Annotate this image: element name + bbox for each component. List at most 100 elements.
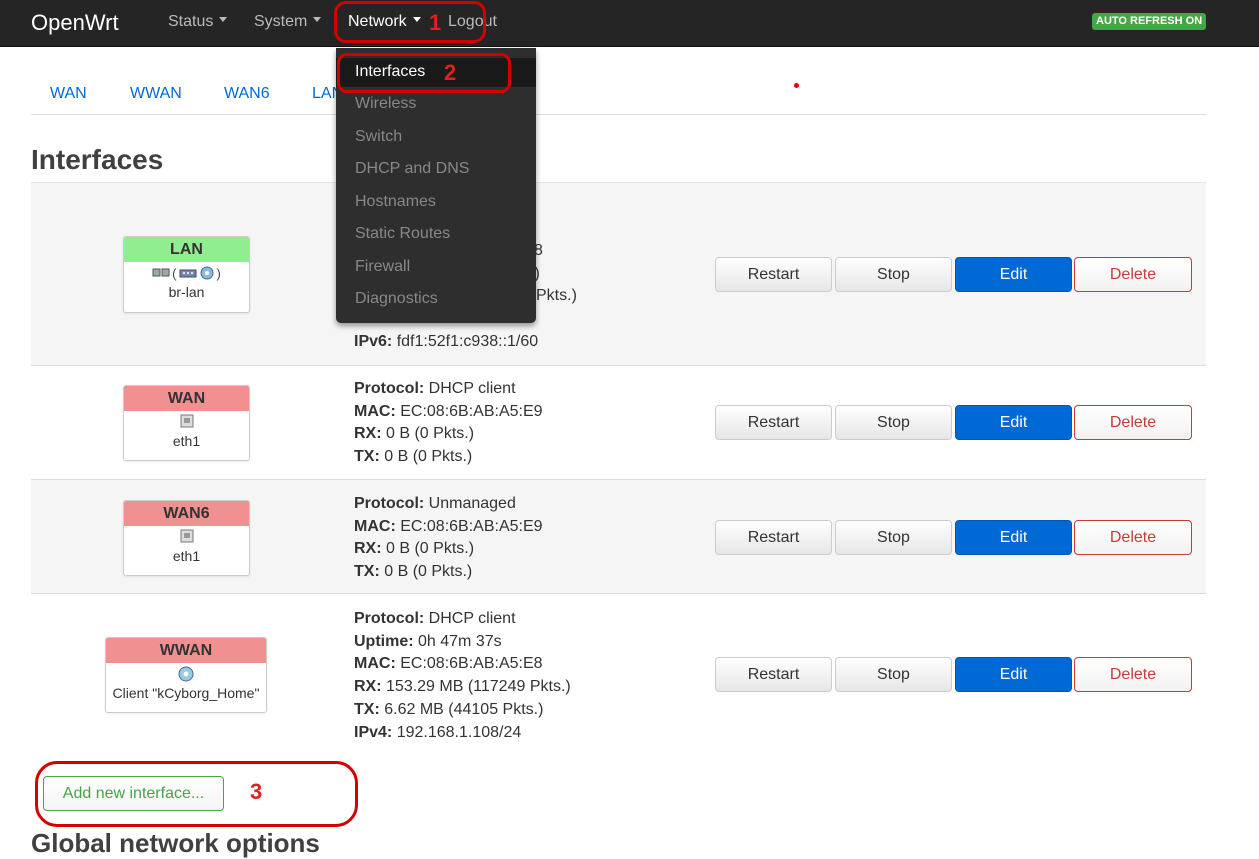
menu-status[interactable]: Status xyxy=(168,13,228,31)
wifi-icon xyxy=(200,266,213,280)
ethernet-port-icon xyxy=(180,529,193,543)
status-line: Protocol: DHCP client xyxy=(354,608,571,631)
edit-button[interactable]: Edit xyxy=(955,257,1072,292)
interface-name: LAN xyxy=(124,237,249,262)
status-label: Protocol: xyxy=(354,380,425,397)
status-line: IPv4: 192.168.1.108/24 xyxy=(354,722,571,745)
annotation-box-2 xyxy=(337,53,511,93)
menu-item-hostnames[interactable]: Hostnames xyxy=(355,193,436,211)
status-label: TX: xyxy=(354,448,380,466)
ethernet-port-icon xyxy=(180,414,193,428)
status-label: IPv4: xyxy=(354,723,393,741)
interface-status-wan: Protocol: DHCP client MAC: EC:08:6B:AB:A… xyxy=(354,378,543,469)
interface-icons xyxy=(124,526,249,548)
status-line: TX: 6.62 MB (44105 Pkts.) xyxy=(354,699,571,722)
tab-wan[interactable]: WAN xyxy=(50,85,87,103)
status-line: TX: 0 B (0 Pkts.) xyxy=(354,561,543,584)
wifi-icon xyxy=(178,666,194,682)
interface-name: WAN xyxy=(124,386,249,411)
status-line: IPv6: fdf1:52f1:c938::1/60 xyxy=(354,331,577,354)
status-value: 0 B (0 Pkts.) xyxy=(386,425,475,443)
restart-button[interactable]: Restart xyxy=(715,657,832,692)
status-line: MAC: EC:08:6B:AB:A5:E9 xyxy=(354,516,543,539)
menu-status-label: Status xyxy=(168,13,214,30)
interface-badge-wan6: WAN6 eth1 xyxy=(123,500,250,576)
status-value: EC:08:6B:AB:A5:E8 xyxy=(400,655,543,673)
annotation-number-2: 2 xyxy=(444,60,457,85)
auto-refresh-badge[interactable]: AUTO REFRESH ON xyxy=(1092,13,1207,30)
status-line: MAC: EC:08:6B:AB:A5:E8 xyxy=(354,653,571,676)
status-value: 0 B (0 Pkts.) xyxy=(386,540,475,558)
delete-button[interactable]: Delete xyxy=(1074,657,1192,692)
status-label: MAC: xyxy=(354,517,396,535)
status-value: 6.62 MB (44105 Pkts.) xyxy=(384,700,544,718)
menu-system-label: System xyxy=(254,13,308,30)
interface-device: Client "kCyborg_Home" xyxy=(112,685,260,701)
restart-button[interactable]: Restart xyxy=(715,257,832,292)
menu-item-dhcp-dns[interactable]: DHCP and DNS xyxy=(355,160,469,178)
edit-button[interactable]: Edit xyxy=(955,405,1072,440)
status-label: TX: xyxy=(354,700,380,718)
stop-button[interactable]: Stop xyxy=(835,520,952,555)
edit-button[interactable]: Edit xyxy=(955,520,1072,555)
edit-button[interactable]: Edit xyxy=(955,657,1072,692)
delete-button[interactable]: Delete xyxy=(1074,405,1192,440)
status-value: 192.168.1.108/24 xyxy=(396,723,522,741)
stop-button[interactable]: Stop xyxy=(835,257,952,292)
status-label: Uptime: xyxy=(354,632,414,650)
interface-status-wwan: Protocol: DHCP client Uptime: 0h 47m 37s… xyxy=(354,608,571,744)
status-label: RX: xyxy=(354,678,382,696)
status-line: RX: 153.29 MB (117249 Pkts.) xyxy=(354,676,571,699)
tab-wwan[interactable]: WWAN xyxy=(130,85,182,103)
close-paren-icon: ) xyxy=(216,265,221,281)
top-navbar: OpenWrt Status System Network Logout AUT… xyxy=(0,0,1259,47)
stop-button[interactable]: Stop xyxy=(835,657,952,692)
menu-item-static-routes[interactable]: Static Routes xyxy=(355,225,450,243)
annotation-box-1 xyxy=(334,1,486,43)
interface-status-wan6: Protocol: Unmanaged MAC: EC:08:6B:AB:A5:… xyxy=(354,493,543,584)
status-line: RX: 0 B (0 Pkts.) xyxy=(354,538,543,561)
status-line: Uptime: 0h 47m 37s xyxy=(354,631,571,654)
annotation-number-3: 3 xyxy=(250,779,263,804)
status-line: RX: 0 B (0 Pkts.) xyxy=(354,423,543,446)
status-value: 0 B (0 Pkts.) xyxy=(384,448,473,466)
tab-wan6[interactable]: WAN6 xyxy=(224,85,270,103)
stop-button[interactable]: Stop xyxy=(835,405,952,440)
restart-button[interactable]: Restart xyxy=(715,405,832,440)
status-label: IPv6: xyxy=(354,332,393,350)
interface-icons: ( ) xyxy=(124,262,249,284)
status-value: EC:08:6B:AB:A5:E9 xyxy=(400,402,543,420)
interface-name: WWAN xyxy=(106,638,266,663)
restart-button[interactable]: Restart xyxy=(715,520,832,555)
delete-button[interactable]: Delete xyxy=(1074,520,1192,555)
menu-item-wireless[interactable]: Wireless xyxy=(355,95,416,113)
menu-item-firewall[interactable]: Firewall xyxy=(355,258,410,276)
menu-item-diagnostics[interactable]: Diagnostics xyxy=(355,290,438,308)
page-title: Interfaces xyxy=(31,144,164,175)
interface-icons xyxy=(124,411,249,433)
status-label: TX: xyxy=(354,563,380,581)
status-line: Protocol: Unmanaged xyxy=(354,493,543,516)
open-paren-icon: ( xyxy=(172,265,177,281)
global-options-heading: Global network options xyxy=(31,828,320,858)
status-value: Unmanaged xyxy=(428,495,516,512)
interface-badge-wan: WAN eth1 xyxy=(123,385,250,461)
status-line: TX: 0 B (0 Pkts.) xyxy=(354,446,543,469)
brand-logo[interactable]: OpenWrt xyxy=(31,10,119,36)
interface-badge-lan: LAN ( ) br-lan xyxy=(123,236,250,313)
status-value: fdf1:52f1:c938::1/60 xyxy=(396,332,539,350)
annotation-box-3 xyxy=(35,761,358,827)
status-value: 0h 47m 37s xyxy=(418,632,502,650)
status-label: MAC: xyxy=(354,402,396,420)
annotation-number-1: 1 xyxy=(429,10,442,35)
menu-item-switch[interactable]: Switch xyxy=(355,128,402,146)
menu-system[interactable]: System xyxy=(254,13,322,31)
chevron-down-icon xyxy=(219,17,228,23)
status-label: RX: xyxy=(354,425,382,443)
interface-badge-wwan: WWAN Client "kCyborg_Home" xyxy=(105,637,267,713)
annotation-dot xyxy=(794,83,799,88)
delete-button[interactable]: Delete xyxy=(1074,257,1192,292)
status-value: EC:08:6B:AB:A5:E9 xyxy=(400,517,543,535)
interface-icons xyxy=(106,663,266,685)
interface-device: eth1 xyxy=(172,433,201,449)
